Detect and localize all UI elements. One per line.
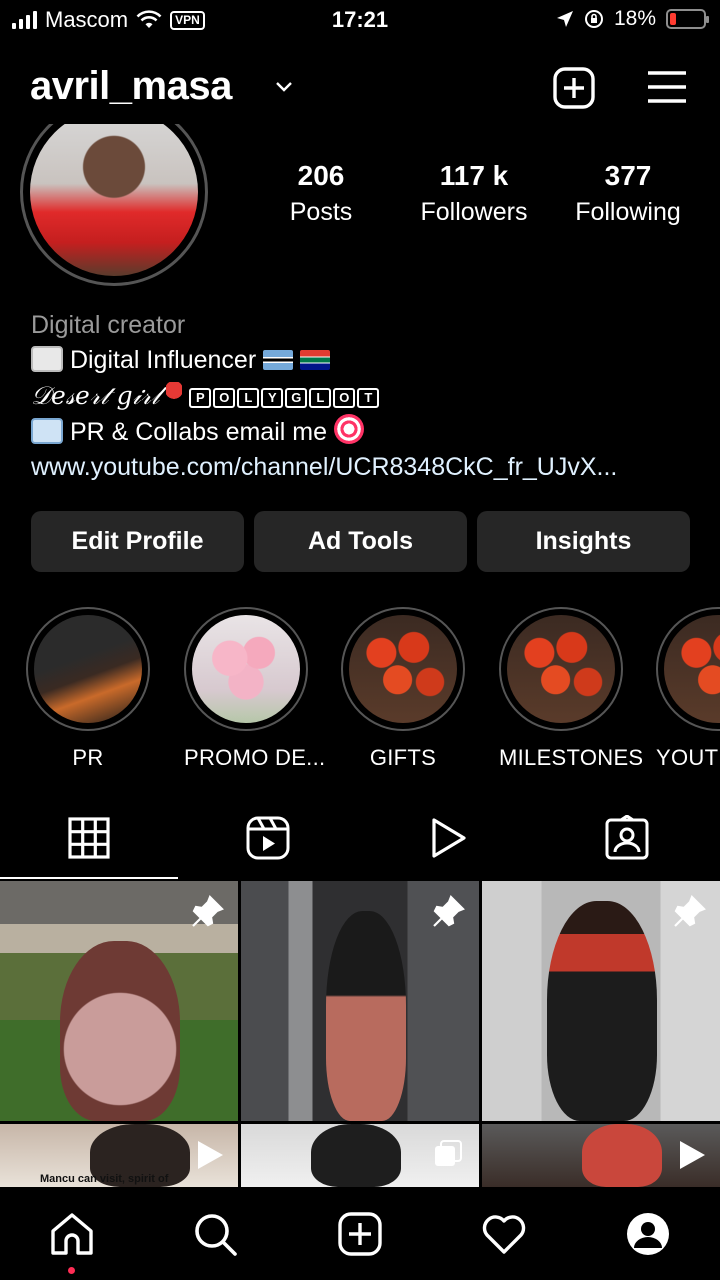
notification-dot <box>68 1267 75 1274</box>
avatar-image <box>30 124 198 276</box>
highlight-item[interactable]: PROMO DE... <box>184 607 326 771</box>
bio-link[interactable]: www.youtube.com/channel/UCR8348CkC_fr_UJ… <box>31 450 701 485</box>
bio: Digital creator Digital Influencer 𝒟𝑒𝓈𝑒𝓇… <box>31 308 701 485</box>
posts-grid: Mancu can visit, spirit of <box>0 881 720 1187</box>
profile-icon[interactable] <box>625 1211 671 1257</box>
followers-count: 117 k <box>439 160 509 191</box>
video-play-icon <box>198 1141 223 1169</box>
insights-button[interactable]: Insights <box>477 511 690 572</box>
posts-count: 206 <box>297 160 345 191</box>
south-africa-flag-icon <box>300 350 331 370</box>
carousel-icon <box>435 1140 462 1166</box>
envelope-icon <box>31 346 63 372</box>
play-icon[interactable] <box>424 815 470 861</box>
highlight-label: GIFTS <box>369 745 437 770</box>
bottom-nav <box>0 1187 720 1280</box>
followers-label: Followers <box>420 198 528 226</box>
search-icon[interactable] <box>192 1211 238 1257</box>
email-icon <box>31 418 63 444</box>
following-count: 377 <box>604 160 652 191</box>
battery-level <box>670 13 676 25</box>
status-bar: Mascom VPN 17:21 18% <box>0 0 720 40</box>
reels-icon[interactable] <box>245 815 291 861</box>
pinned-icon <box>433 895 465 927</box>
boxed-letter: G <box>285 388 308 408</box>
create-post-icon[interactable] <box>337 1211 383 1257</box>
highlight-item[interactable]: GIFTS <box>341 607 465 771</box>
heart-icon[interactable] <box>481 1211 527 1257</box>
pushpin-icon <box>166 382 183 408</box>
hamburger-menu-icon[interactable] <box>646 70 688 104</box>
boxed-letter: T <box>357 388 380 408</box>
highlight-item[interactable]: PR <box>26 607 150 771</box>
edit-profile-button[interactable]: Edit Profile <box>31 511 244 572</box>
grid-post[interactable]: Mancu can visit, spirit of <box>0 1124 238 1187</box>
boxed-letter: L <box>309 388 332 408</box>
posts-label: Posts <box>289 198 353 226</box>
highlight-item[interactable]: YOUT <box>656 607 720 771</box>
pinned-icon <box>674 895 706 927</box>
following-label: Following <box>575 198 681 226</box>
battery-icon <box>666 9 709 29</box>
location-arrow-icon <box>556 11 573 27</box>
boxed-letter: O <box>333 388 356 408</box>
bio-category: Digital creator <box>31 311 186 339</box>
grid-post[interactable] <box>241 881 479 1121</box>
grid-post[interactable] <box>0 881 238 1121</box>
profile-avatar[interactable] <box>20 124 208 288</box>
lifebuoy-icon <box>333 414 364 444</box>
bio-line-2: 𝒟𝑒𝓈𝑒𝓇𝓉 𝑔𝒾𝓇𝓁 POLYGLOT <box>31 378 701 414</box>
botswana-flag-icon <box>263 350 294 370</box>
highlight-label: PROMO DE... <box>184 745 326 770</box>
highlight-cover <box>192 615 300 723</box>
polyglot-boxed-text: POLYGLOT <box>189 382 381 410</box>
grid-post[interactable] <box>482 881 720 1121</box>
highlight-cover <box>507 615 615 723</box>
new-post-button[interactable] <box>552 66 596 110</box>
bio-line-2-text: 𝒟𝑒𝓈𝑒𝓇𝓉 𝑔𝒾𝓇𝓁 <box>31 381 160 410</box>
posts-stat[interactable]: 206 Posts <box>270 160 372 227</box>
highlight-cover <box>34 615 142 723</box>
bio-line-3-text: PR & Collabs email me <box>69 418 327 446</box>
tagged-user-icon[interactable] <box>604 815 650 861</box>
orientation-lock-icon <box>584 10 603 28</box>
username[interactable]: avril_masa <box>30 64 232 109</box>
boxed-letter: P <box>189 388 212 408</box>
ad-tools-button[interactable]: Ad Tools <box>254 511 467 572</box>
highlight-cover <box>664 615 720 723</box>
bio-line-3: PR & Collabs email me <box>31 414 701 450</box>
post-caption: Mancu can visit, spirit of <box>40 1173 169 1185</box>
video-play-icon <box>680 1141 705 1169</box>
battery-percent: 18% <box>613 7 656 30</box>
highlight-label: PR <box>72 745 104 770</box>
highlight-label: YOUT <box>656 745 719 770</box>
followers-stat[interactable]: 117 k Followers <box>410 160 538 227</box>
home-icon[interactable] <box>49 1211 95 1257</box>
profile-header: avril_masa <box>0 60 720 116</box>
grid-post[interactable] <box>241 1124 479 1187</box>
boxed-letter: O <box>213 388 236 408</box>
highlight-item[interactable]: MILESTONES <box>499 607 644 771</box>
highlight-label: MILESTONES <box>499 745 644 770</box>
grid-icon[interactable] <box>66 815 112 861</box>
boxed-letter: Y <box>261 388 284 408</box>
following-stat[interactable]: 377 Following <box>564 160 692 227</box>
pinned-icon <box>192 895 224 927</box>
active-tab-indicator <box>0 877 178 879</box>
grid-post[interactable] <box>482 1124 720 1187</box>
bio-line-1: Digital Influencer <box>31 343 701 378</box>
boxed-letter: L <box>237 388 260 408</box>
chevron-down-icon[interactable] <box>274 76 294 96</box>
highlight-cover <box>349 615 457 723</box>
bio-line-1-text: Digital Influencer <box>69 346 257 374</box>
